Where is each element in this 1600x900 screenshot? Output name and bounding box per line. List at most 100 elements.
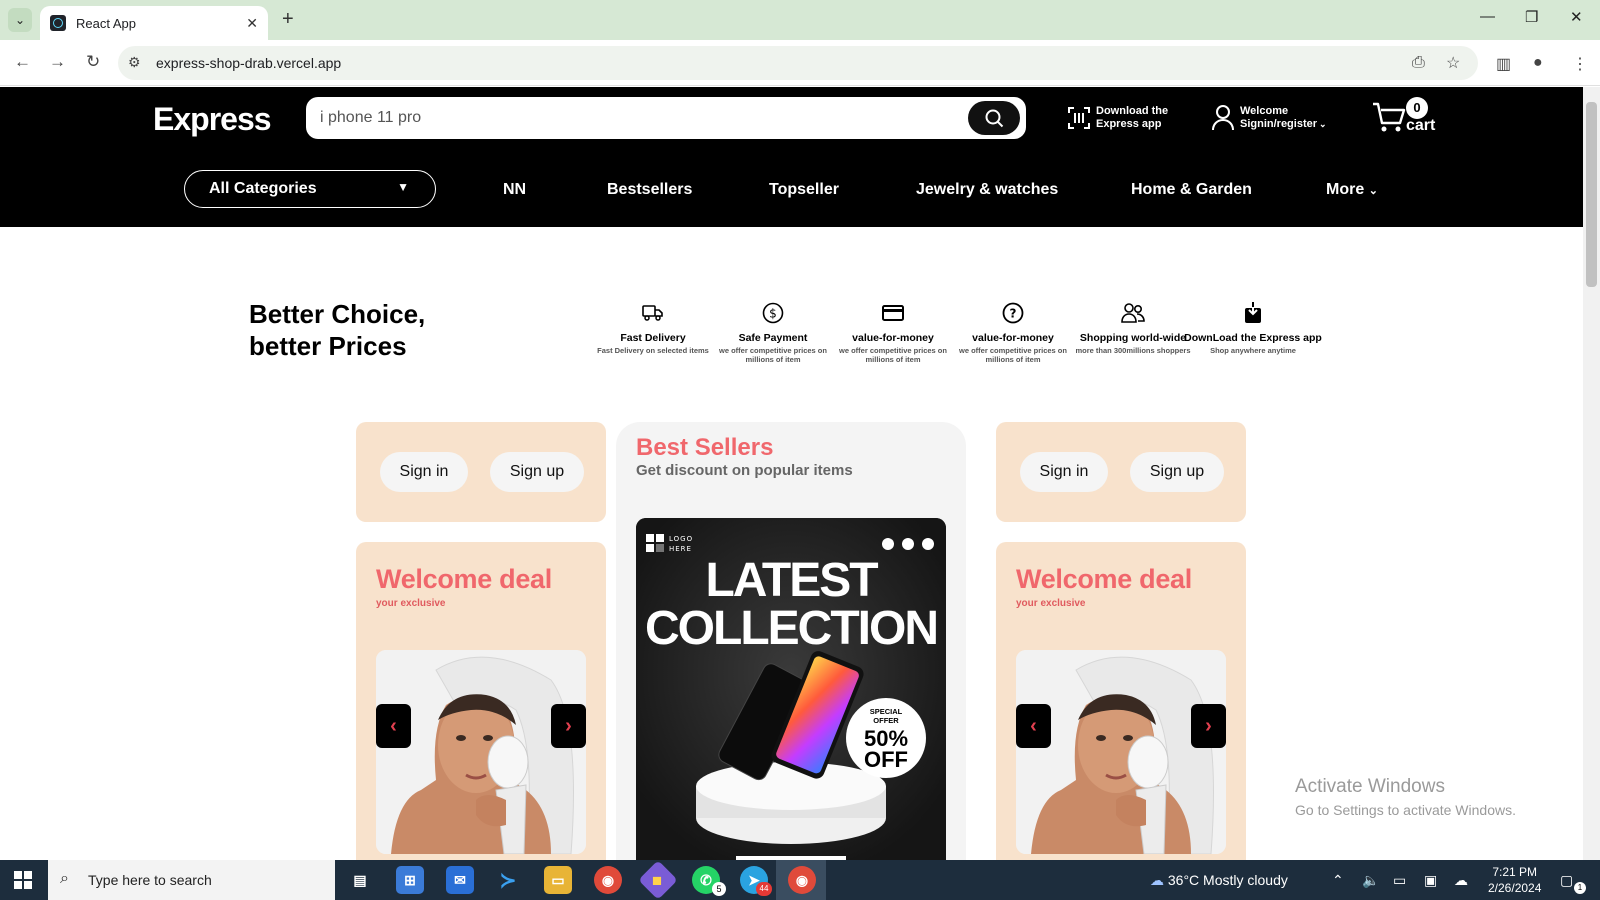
chevron-right-icon: › [565,714,572,737]
truck-icon [642,305,663,321]
app-icon[interactable]: ◆ [638,860,678,900]
tray-chevron-up-icon[interactable]: ⌃ [1332,872,1344,889]
carousel-prev-button[interactable]: ‹ [376,704,411,748]
offer-line2: OFFER [873,716,899,725]
chrome-icon[interactable]: ◉ [594,866,622,894]
notification-icon[interactable]: ▢ [1560,872,1573,889]
download-app-link[interactable]: Download the Express app [1068,105,1168,131]
feature-item: Fast Delivery Fast Delivery on selected … [593,300,713,355]
download-icon [1245,302,1261,323]
nav-more-label: More [1326,181,1365,198]
react-favicon-icon [50,15,66,31]
poster-artwork: LOGO HERE LATEST COLLECTION SPECIAL OFFE… [636,518,946,862]
tab-search-icon[interactable]: ⌄ [8,8,32,32]
dollar-icon: $ [762,302,784,324]
nav-link-home-garden[interactable]: Home & Garden [1131,181,1252,199]
site-logo[interactable]: Express [153,101,272,138]
bookmark-star-icon[interactable]: ☆ [1446,53,1460,73]
feature-item: Shopping world-wide more than 300million… [1073,300,1193,355]
nav-link-topseller[interactable]: Topseller [769,181,839,199]
latest-collection-poster[interactable]: LOGO HERE LATEST COLLECTION SPECIAL OFFE… [636,518,946,862]
carousel-next-button[interactable]: › [551,704,586,748]
back-icon[interactable]: ← [14,52,31,72]
close-tab-icon[interactable]: ✕ [246,15,258,32]
account-menu[interactable]: Welcome Signin/register ⌄ [1212,105,1327,131]
welcome-line2: Signin/register [1240,118,1318,130]
auth-card-left: Sign in Sign up [356,422,606,522]
signin-button[interactable]: Sign in [1020,452,1108,492]
side-panel-icon[interactable]: ▥ [1496,54,1511,74]
feature-item: $ Safe Payment we offer competitive pric… [713,300,833,364]
onedrive-icon[interactable]: ☁ [1454,872,1468,889]
search-input[interactable] [320,105,920,131]
battery-icon[interactable]: ▭ [1393,872,1406,889]
product-image[interactable] [376,650,586,854]
cart-icon [1373,102,1406,132]
category-select[interactable]: All Categories ▼ [184,170,436,208]
taskbar-search[interactable]: ⌕ Type here to search [48,860,335,900]
page-scrollbar[interactable] [1583,87,1600,860]
signup-button[interactable]: Sign up [490,452,584,492]
file-explorer-icon[interactable]: ▭ [544,866,572,894]
nav-link-jewelry[interactable]: Jewelry & watches [916,181,1058,199]
weather-widget[interactable]: ☁ 36°C Mostly cloudy [1150,872,1288,889]
menu-kebab-icon[interactable]: ⋮ [1572,54,1588,74]
install-app-icon[interactable]: ⎙ [1412,54,1425,72]
activate-windows-subtitle: Go to Settings to activate Windows. [1295,802,1516,818]
volume-icon[interactable]: 🔈 [1362,872,1379,889]
windows-start-icon[interactable] [14,871,32,889]
browser-tabbar: ⌄ React App ✕ + — ❐ ✕ [0,0,1600,40]
poster-logo-line2: HERE [669,545,692,553]
weather-text: 36°C Mostly cloudy [1167,872,1288,888]
browser-tab[interactable]: React App ✕ [40,6,268,40]
task-view-icon[interactable]: ▤ [346,866,374,894]
clock[interactable]: 7:21 PM 2/26/2024 [1488,864,1541,896]
vscode-icon[interactable]: ≻ [494,866,522,894]
feature-title: value-for-money [852,332,934,344]
feature-title: value-for-money [972,332,1054,344]
tagline: Better Choice, better Prices [249,298,425,362]
store-icon[interactable]: ⊞ [396,866,424,894]
signup-button[interactable]: Sign up [1130,452,1224,492]
poster-logo-line1: LOGO [669,535,693,543]
profile-icon[interactable]: ● [1533,54,1543,72]
feature-title: Safe Payment [738,332,808,344]
minimize-icon[interactable]: — [1480,8,1495,25]
card-icon [882,305,904,321]
mail-icon[interactable]: ✉ [446,866,474,894]
svg-text:$: $ [769,307,777,321]
woman-face-device-image [376,650,586,854]
woman-face-device-image [1016,650,1226,854]
welcome-deal-card-left: Welcome deal your exclusive ‹ › [356,542,606,862]
poster-headline-1: LATEST [705,554,878,607]
telegram-badge: 44 [756,882,772,896]
search-button[interactable] [968,101,1020,135]
restore-icon[interactable]: ❐ [1525,8,1538,26]
forward-icon[interactable]: → [49,52,66,72]
whatsapp-badge: 5 [712,882,726,896]
nav-link-bestsellers[interactable]: Bestsellers [607,181,692,199]
nav-link-more[interactable]: More ⌄ [1326,181,1378,199]
carousel-next-button[interactable]: › [1191,704,1226,748]
search-bar [306,97,1026,139]
carousel-prev-button[interactable]: ‹ [1016,704,1051,748]
close-window-icon[interactable]: ✕ [1570,8,1583,26]
chrome-active-icon[interactable]: ◉ [788,866,816,894]
product-image[interactable] [1016,650,1226,854]
tab-title: React App [76,15,136,31]
users-icon [1121,303,1145,323]
omnibox[interactable]: ⚙ express-shop-drab.vercel.app ⎙ ☆ [118,46,1478,80]
signin-button[interactable]: Sign in [380,452,468,492]
meet-icon[interactable]: ▣ [1424,872,1437,889]
reload-icon[interactable]: ↻ [86,52,100,72]
bestsellers-subtitle: Get discount on popular items [636,462,853,479]
feature-item: value-for-money we offer competitive pri… [833,300,953,364]
site-info-icon[interactable]: ⚙ [128,54,141,71]
chevron-left-icon: ‹ [1030,714,1037,737]
cart-button[interactable]: 0 cart [1372,97,1442,137]
new-tab-icon[interactable]: + [282,8,294,31]
cloud-icon: ☁ [1150,872,1164,888]
url-text[interactable]: express-shop-drab.vercel.app [156,55,341,71]
nav-link-nn[interactable]: NN [503,181,526,199]
scrollbar-thumb[interactable] [1586,102,1597,287]
